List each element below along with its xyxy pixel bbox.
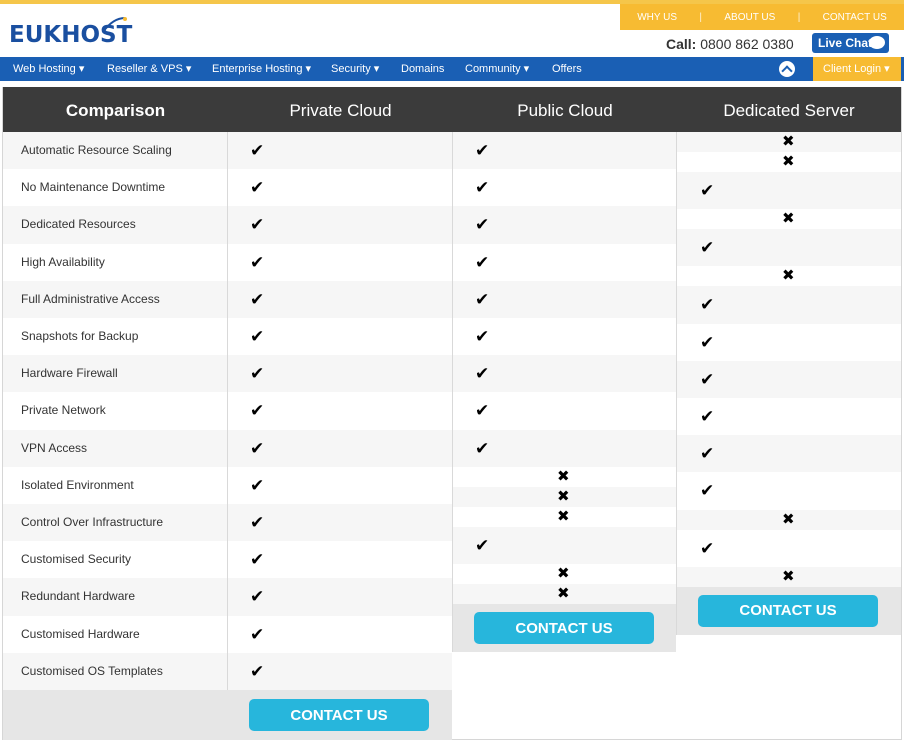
- feature-label: Control Over Infrastructure: [21, 515, 164, 529]
- check-icon: ✔: [250, 550, 265, 571]
- feature-label: Dedicated Resources: [21, 217, 136, 232]
- check-icon: ✔: [700, 407, 715, 427]
- nav-web-hosting[interactable]: Web Hosting ▾: [13, 57, 84, 81]
- check-icon: ✔: [700, 181, 715, 201]
- check-icon: ✔: [475, 289, 490, 310]
- column-divider: [676, 132, 677, 635]
- check-icon: ✔: [250, 438, 265, 459]
- cross-icon: ✖: [782, 152, 795, 170]
- check-icon: ✔: [475, 252, 490, 273]
- check-icon: ✔: [250, 178, 265, 199]
- main-nav: Web Hosting ▾ Reseller & VPS ▾ Enterpris…: [0, 57, 904, 81]
- cross-icon: ✖: [557, 466, 570, 485]
- about-us-link[interactable]: ABOUT US: [724, 12, 775, 23]
- comparison-header: Comparison Private Cloud Public Cloud De…: [3, 87, 901, 132]
- feature-label: Snapshots for Backup: [21, 329, 139, 343]
- check-icon: ✔: [700, 481, 715, 502]
- check-icon: ✔: [250, 587, 265, 608]
- check-icon: ✔: [475, 215, 490, 236]
- feature-label: Customised Security: [21, 552, 132, 567]
- feature-label: High Availability: [21, 254, 105, 269]
- check-icon: ✔: [250, 475, 265, 496]
- dedicated-server-contact-button[interactable]: CONTACT US: [698, 594, 878, 627]
- check-icon: ✔: [250, 327, 265, 347]
- nav-community[interactable]: Community ▾: [465, 57, 529, 81]
- private-cloud-contact-button[interactable]: CONTACT US: [249, 699, 429, 731]
- feature-label: Automatic Resource Scaling: [21, 143, 172, 157]
- check-icon: ✔: [475, 141, 490, 161]
- feature-label: Customised Hardware: [21, 626, 140, 641]
- nav-enterprise-hosting[interactable]: Enterprise Hosting ▾: [212, 57, 311, 81]
- why-us-link[interactable]: WHY US: [637, 12, 677, 23]
- check-icon: ✔: [250, 401, 265, 422]
- column-divider: [227, 132, 228, 690]
- public-cloud-contact-button[interactable]: CONTACT US: [474, 612, 654, 644]
- check-icon: ✔: [700, 238, 715, 259]
- logo-swoosh-icon: [102, 17, 127, 33]
- cross-icon: ✖: [557, 564, 570, 582]
- header-public-cloud: Public Cloud: [517, 101, 613, 120]
- check-icon: ✔: [250, 141, 265, 161]
- feature-label: Isolated Environment: [21, 477, 134, 492]
- check-icon: ✔: [250, 364, 265, 385]
- scroll-up-icon[interactable]: [779, 61, 795, 77]
- nav-reseller-vps[interactable]: Reseller & VPS ▾: [107, 57, 191, 81]
- header-dedicated-server: Dedicated Server: [723, 101, 855, 120]
- check-icon: ✔: [475, 178, 490, 199]
- feature-label: VPN Access: [21, 440, 88, 455]
- separator: |: [699, 11, 702, 23]
- feature-label: Full Administrative Access: [21, 291, 160, 306]
- check-icon: ✔: [700, 369, 715, 390]
- check-icon: ✔: [475, 401, 490, 422]
- check-icon: ✔: [700, 444, 715, 465]
- feature-label: No Maintenance Downtime: [21, 180, 166, 195]
- nav-security[interactable]: Security ▾: [331, 57, 379, 81]
- call-number[interactable]: 0800 862 0380: [700, 36, 793, 52]
- cross-icon: ✖: [557, 584, 570, 602]
- cross-icon: ✖: [782, 266, 795, 285]
- cross-icon: ✖: [557, 506, 570, 525]
- check-icon: ✔: [250, 661, 265, 682]
- header-private-cloud: Private Cloud: [289, 101, 392, 120]
- check-icon: ✔: [700, 295, 715, 316]
- check-icon: ✔: [475, 535, 490, 556]
- column-divider: [452, 132, 453, 652]
- check-icon: ✔: [475, 327, 490, 347]
- check-icon: ✔: [700, 332, 715, 353]
- call-info: Call: 0800 862 0380: [666, 36, 794, 52]
- eukhost-logo[interactable]: EUKHOST: [9, 16, 132, 50]
- live-chat-button[interactable]: Live Chat: [812, 33, 889, 53]
- call-label: Call:: [666, 36, 697, 52]
- check-icon: ✔: [250, 289, 265, 310]
- separator: |: [797, 11, 801, 23]
- check-icon: ✔: [250, 215, 265, 236]
- check-icon: ✔: [250, 513, 265, 533]
- feature-label: Private Network: [21, 403, 106, 418]
- cross-icon: ✖: [782, 509, 795, 528]
- feature-label: Customised OS Templates: [21, 663, 163, 678]
- feature-label: Redundant Hardware: [21, 589, 136, 604]
- client-login-button[interactable]: Client Login ▾: [813, 57, 901, 81]
- header-comparison: Comparison: [65, 101, 166, 120]
- live-chat-label: Live Chat: [818, 36, 873, 50]
- check-icon: ✔: [250, 252, 265, 273]
- feature-label: Hardware Firewall: [21, 366, 118, 381]
- contact-us-link[interactable]: CONTACT US: [823, 12, 887, 23]
- cross-icon: ✖: [782, 566, 795, 585]
- check-icon: ✔: [475, 364, 490, 385]
- check-icon: ✔: [700, 538, 715, 559]
- chat-bubble-icon: [869, 36, 885, 49]
- check-icon: ✔: [250, 624, 265, 645]
- cross-icon: ✖: [557, 486, 570, 505]
- cross-icon: ✖: [782, 132, 795, 150]
- cross-icon: ✖: [782, 209, 795, 228]
- check-icon: ✔: [475, 438, 490, 459]
- top-links-bar: WHY US | ABOUT US | CONTACT US: [620, 4, 904, 30]
- nav-domains[interactable]: Domains: [401, 57, 444, 81]
- nav-offers[interactable]: Offers: [552, 57, 582, 81]
